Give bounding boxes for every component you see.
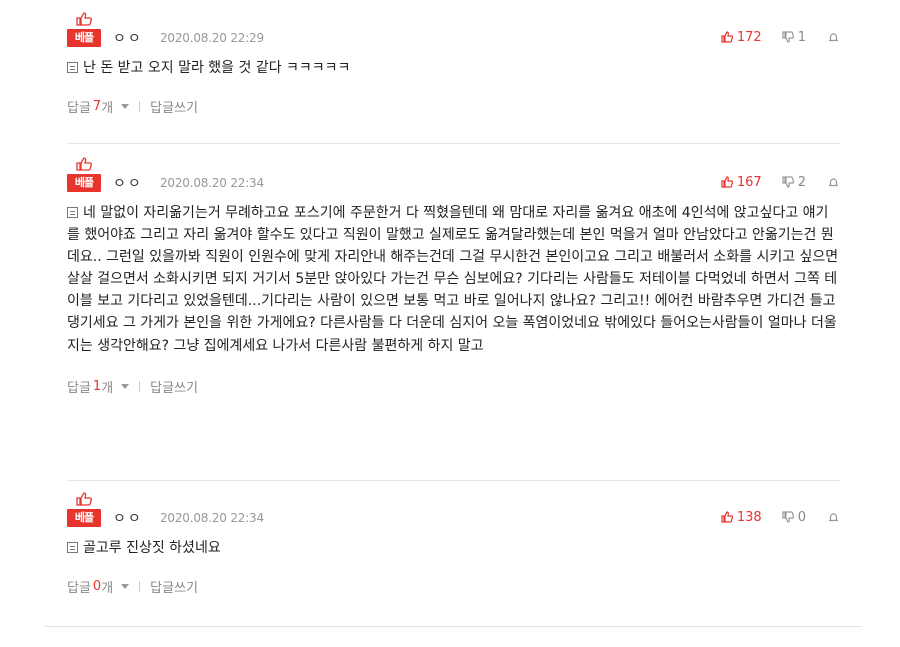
report-button[interactable] xyxy=(828,177,839,187)
comment-text: 난 돈 받고 오지 말라 했을 것 같다 ㅋㅋㅋㅋㅋ xyxy=(67,57,839,79)
downvote-count: 0 xyxy=(797,509,806,525)
comment-author[interactable]: ㅇㅇ xyxy=(113,508,143,528)
upvote-count: 172 xyxy=(736,29,762,45)
comment-date: 2020.08.20 22:29 xyxy=(160,31,264,45)
reply-label: 답글 xyxy=(67,380,91,396)
thumbs-up-icon xyxy=(721,511,733,523)
thumbs-up-icon xyxy=(76,12,92,26)
thumbs-down-icon xyxy=(782,511,794,523)
siren-icon xyxy=(829,513,838,522)
write-reply-link[interactable]: 답글쓰기 xyxy=(150,577,198,596)
comment-divider xyxy=(67,143,840,144)
upvote-button[interactable]: 167 xyxy=(721,175,762,190)
vote-area: 138 0 xyxy=(721,508,839,526)
comment-divider xyxy=(67,480,840,481)
caret-down-icon xyxy=(121,584,130,589)
upvote-button[interactable]: 172 xyxy=(721,30,762,45)
vote-area: 172 1 xyxy=(721,28,839,46)
reply-toggle[interactable]: 답글 7개 xyxy=(67,97,130,116)
reply-count: 1 xyxy=(92,378,102,394)
comment-icon xyxy=(67,542,78,553)
caret-down-icon xyxy=(121,104,130,109)
upvote-count: 138 xyxy=(736,509,762,525)
best-badge: 베플 xyxy=(67,157,103,193)
separator xyxy=(139,101,141,112)
best-label: 베플 xyxy=(67,174,101,192)
reply-unit: 개 xyxy=(101,380,114,396)
siren-icon xyxy=(829,33,838,42)
reply-label: 답글 xyxy=(67,101,91,116)
report-button[interactable] xyxy=(828,512,839,522)
upvote-count: 167 xyxy=(736,174,762,190)
comment-item: 베플 ㅇㅇ 2020.08.20 22:34 167 2 네 말없이 자리옮기는… xyxy=(67,157,839,396)
downvote-count: 1 xyxy=(797,29,806,45)
downvote-count: 2 xyxy=(797,174,806,190)
comment-text: 네 말없이 자리옮기는거 무례하고요 포스기에 주문한거 다 찍혔을텐데 왜 맘… xyxy=(67,202,839,357)
comment-icon xyxy=(67,62,78,73)
comment-icon xyxy=(67,207,78,218)
downvote-button[interactable]: 1 xyxy=(782,30,806,45)
separator xyxy=(139,380,141,392)
thumbs-up-icon xyxy=(76,157,92,171)
thumbs-up-icon xyxy=(76,492,92,506)
reply-label: 답글 xyxy=(67,581,91,596)
thumbs-up-icon xyxy=(721,176,733,188)
reply-toggle[interactable]: 답글 0개 xyxy=(67,577,130,596)
write-reply-link[interactable]: 답글쓰기 xyxy=(150,377,198,396)
comment-meta: 베플 ㅇㅇ 2020.08.20 22:29 172 1 xyxy=(67,12,839,48)
caret-down-icon xyxy=(121,383,130,389)
comment-body: 네 말없이 자리옮기는거 무례하고요 포스기에 주문한거 다 찍혔을텐데 왜 맘… xyxy=(67,205,839,354)
best-label: 베플 xyxy=(67,29,101,47)
reply-toggle[interactable]: 답글 1개 xyxy=(67,377,130,396)
comment-meta: 베플 ㅇㅇ 2020.08.20 22:34 138 0 xyxy=(67,492,839,528)
reply-count: 0 xyxy=(92,579,102,594)
comment-date: 2020.08.20 22:34 xyxy=(160,511,264,525)
comment-text: 골고루 진상짓 하셨네요 xyxy=(67,537,839,559)
comment-body: 골고루 진상짓 하셨네요 xyxy=(83,540,221,556)
thumbs-down-icon xyxy=(782,31,794,43)
separator xyxy=(139,581,141,592)
comment-item: 베플 ㅇㅇ 2020.08.20 22:34 138 0 골고루 진상짓 하셨네… xyxy=(67,492,839,596)
best-label: 베플 xyxy=(67,509,101,527)
best-badge: 베플 xyxy=(67,492,103,528)
thumbs-up-icon xyxy=(721,31,733,43)
siren-icon xyxy=(829,178,838,187)
report-button[interactable] xyxy=(828,32,839,42)
reply-bar: 답글 1개 답글쓰기 xyxy=(67,377,839,396)
comment-item: 베플 ㅇㅇ 2020.08.20 22:29 172 1 난 돈 받고 오지 말… xyxy=(67,12,839,116)
upvote-button[interactable]: 138 xyxy=(721,510,762,525)
comment-body: 난 돈 받고 오지 말라 했을 것 같다 ㅋㅋㅋㅋㅋ xyxy=(83,60,351,76)
comment-meta: 베플 ㅇㅇ 2020.08.20 22:34 167 2 xyxy=(67,157,839,193)
downvote-button[interactable]: 2 xyxy=(782,175,806,190)
reply-unit: 개 xyxy=(101,101,114,116)
reply-unit: 개 xyxy=(101,581,114,596)
best-comments-list: 베플 ㅇㅇ 2020.08.20 22:29 172 1 난 돈 받고 오지 말… xyxy=(45,0,862,627)
vote-area: 167 2 xyxy=(721,173,839,191)
downvote-button[interactable]: 0 xyxy=(782,510,806,525)
write-reply-link[interactable]: 답글쓰기 xyxy=(150,97,198,116)
comment-date: 2020.08.20 22:34 xyxy=(160,176,264,190)
reply-count: 7 xyxy=(92,99,102,114)
best-badge: 베플 xyxy=(67,12,103,48)
comment-author[interactable]: ㅇㅇ xyxy=(113,28,143,48)
thumbs-down-icon xyxy=(782,176,794,188)
reply-bar: 답글 0개 답글쓰기 xyxy=(67,577,839,596)
comment-author[interactable]: ㅇㅇ xyxy=(113,173,143,193)
reply-bar: 답글 7개 답글쓰기 xyxy=(67,97,839,116)
